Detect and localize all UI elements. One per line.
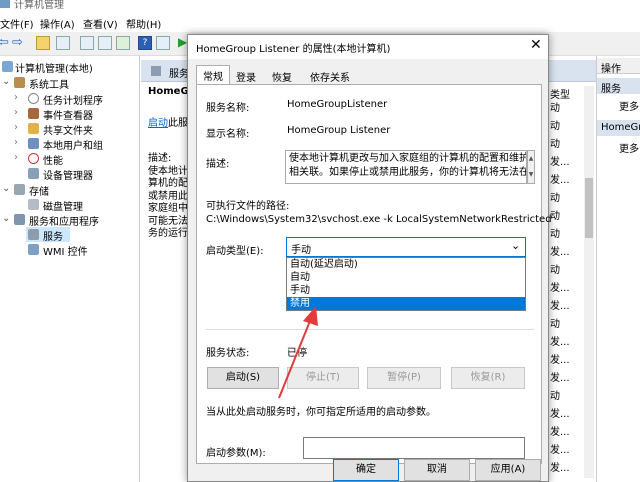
arrow-head [303, 306, 318, 326]
arrow-shaft [278, 315, 313, 399]
annotation-arrow [278, 306, 318, 399]
